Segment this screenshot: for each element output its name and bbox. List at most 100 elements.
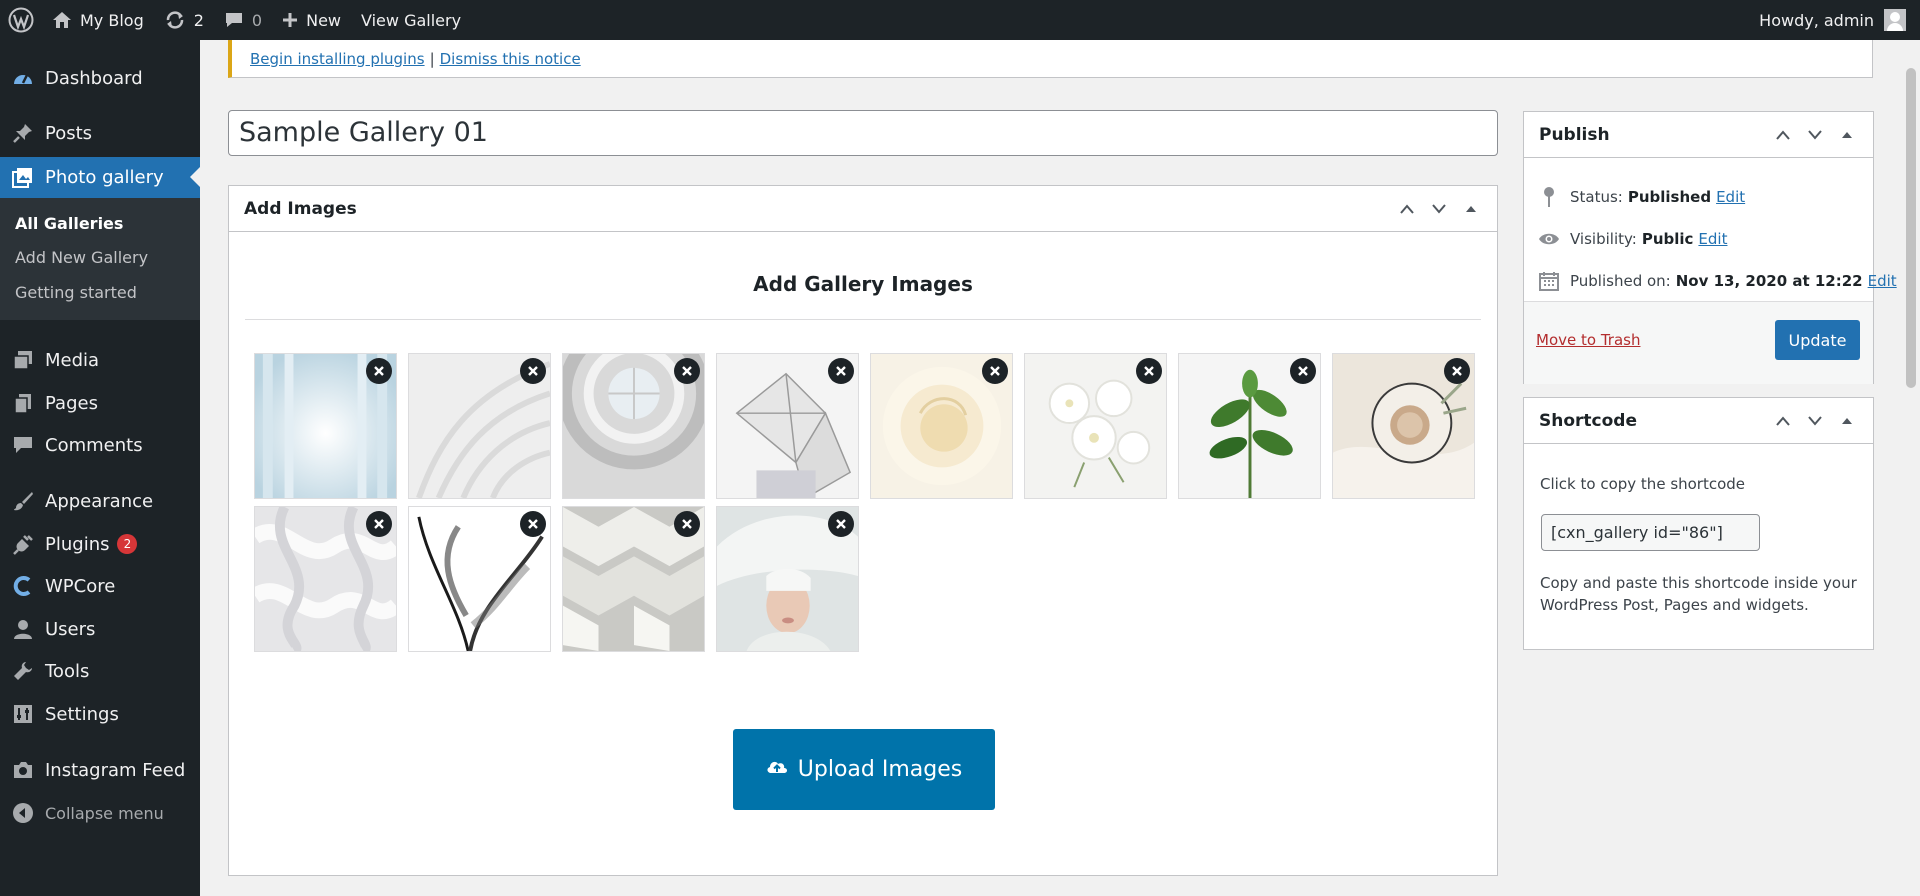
gallery-thumbnail-12[interactable] (716, 506, 859, 652)
toggle-panel-icon[interactable] (1831, 119, 1863, 151)
menu-comments[interactable]: Comments (0, 425, 200, 465)
settings-sliders-icon (12, 703, 34, 725)
remove-image-icon[interactable] (1136, 358, 1162, 384)
gallery-thumbnail-4[interactable] (716, 353, 859, 499)
add-images-title: Add Images (244, 198, 357, 219)
upload-images-button[interactable]: Upload Images (733, 729, 995, 810)
remove-image-icon[interactable] (674, 511, 700, 537)
menu-posts[interactable]: Posts (0, 113, 200, 153)
edit-visibility-link[interactable]: Edit (1698, 230, 1727, 248)
gallery-thumbnail-3[interactable] (562, 353, 705, 499)
remove-image-icon[interactable] (520, 358, 546, 384)
updates-count: 2 (193, 10, 204, 30)
my-account-menu[interactable]: Howdy, admin (1749, 0, 1920, 40)
gallery-thumbnail-1[interactable] (254, 353, 397, 499)
remove-image-icon[interactable] (828, 511, 854, 537)
gallery-thumbnail-5[interactable] (870, 353, 1013, 499)
remove-image-icon[interactable] (674, 358, 700, 384)
user-icon (12, 618, 34, 640)
gallery-thumbnail-2[interactable] (408, 353, 551, 499)
begin-installing-plugins-link[interactable]: Begin installing plugins (250, 50, 425, 68)
page-scrollbar[interactable] (1902, 40, 1920, 896)
add-images-postbox: Add Images Add Gallery Images Upload Ima… (228, 185, 1498, 876)
menu-wpcore[interactable]: WPCore (0, 566, 200, 606)
menu-posts-label: Posts (45, 122, 93, 144)
menu-users[interactable]: Users (0, 609, 200, 649)
remove-image-icon[interactable] (366, 511, 392, 537)
site-name-link[interactable]: My Blog (42, 0, 154, 40)
menu-tools-label: Tools (45, 660, 90, 682)
gallery-title-input[interactable]: Sample Gallery 01 (228, 110, 1498, 156)
collapse-menu-button[interactable]: Collapse menu (0, 793, 200, 833)
scrollbar-thumb[interactable] (1906, 68, 1916, 388)
menu-instagram-feed[interactable]: Instagram Feed (0, 750, 200, 790)
menu-plugins[interactable]: Plugins 2 (0, 524, 200, 564)
published-on-label: Published on: (1570, 272, 1671, 290)
menu-media[interactable]: Media (0, 340, 200, 380)
gallery-thumbnail-10[interactable] (408, 506, 551, 652)
photo-gallery-submenu: All Galleries Add New Gallery Getting st… (0, 198, 200, 320)
move-up-icon[interactable] (1391, 193, 1423, 225)
submenu-add-new-gallery[interactable]: Add New Gallery (15, 248, 148, 267)
menu-dashboard[interactable]: Dashboard (0, 58, 200, 98)
shortcode-field[interactable]: [cxn_gallery id="86"] (1541, 514, 1760, 551)
menu-photo-gallery[interactable]: Photo gallery (0, 157, 200, 198)
gallery-thumbnail-9[interactable] (254, 506, 397, 652)
remove-image-icon[interactable] (982, 358, 1008, 384)
remove-image-icon[interactable] (366, 358, 392, 384)
remove-image-icon[interactable] (828, 358, 854, 384)
visibility-row: Visibility: Public Edit (1538, 228, 1727, 250)
shortcode-help-text: Copy and paste this shortcode inside you… (1540, 574, 1857, 614)
dismiss-notice-link[interactable]: Dismiss this notice (440, 50, 581, 68)
remove-image-icon[interactable] (520, 511, 546, 537)
published-on-row: Published on: Nov 13, 2020 at 12:22 Edit (1538, 270, 1897, 292)
gallery-thumbnail-6[interactable] (1024, 353, 1167, 499)
gallery-thumbnail-8[interactable] (1332, 353, 1475, 499)
update-button[interactable]: Update (1775, 320, 1860, 360)
toggle-panel-icon[interactable] (1831, 405, 1863, 437)
wordpress-logo-icon[interactable] (0, 0, 42, 40)
shortcode-copy-hint: Click to copy the shortcode (1540, 475, 1746, 493)
remove-image-icon[interactable] (1290, 358, 1316, 384)
menu-dashboard-label: Dashboard (45, 67, 143, 89)
move-down-icon[interactable] (1799, 405, 1831, 437)
menu-appearance[interactable]: Appearance (0, 481, 200, 521)
status-row: Status: Published Edit (1538, 186, 1745, 208)
submenu-all-galleries[interactable]: All Galleries (15, 214, 123, 233)
remove-image-icon[interactable] (1444, 358, 1470, 384)
gallery-thumbnail-7[interactable] (1178, 353, 1321, 499)
submenu-getting-started[interactable]: Getting started (15, 283, 137, 302)
toggle-panel-icon[interactable] (1455, 193, 1487, 225)
upload-images-label: Upload Images (797, 757, 963, 782)
view-gallery-label: View Gallery (361, 10, 462, 30)
pushpin-icon (12, 122, 34, 144)
plugin-install-notice: Begin installing plugins | Dismiss this … (228, 40, 1873, 78)
status-pin-icon (1538, 186, 1560, 208)
move-up-icon[interactable] (1767, 405, 1799, 437)
notice-separator: | (429, 49, 435, 68)
eye-icon (1538, 228, 1560, 250)
heading-divider (245, 319, 1481, 320)
menu-settings[interactable]: Settings (0, 694, 200, 734)
menu-pages[interactable]: Pages (0, 383, 200, 423)
shortcode-postbox: Shortcode Click to copy the shortcode [c… (1523, 397, 1874, 650)
move-down-icon[interactable] (1799, 119, 1831, 151)
edit-date-link[interactable]: Edit (1868, 272, 1897, 290)
publish-header: Publish (1524, 112, 1873, 158)
gallery-thumbnail-11[interactable] (562, 506, 705, 652)
pages-icon (12, 392, 34, 414)
move-to-trash-link[interactable]: Move to Trash (1536, 331, 1640, 349)
move-down-icon[interactable] (1423, 193, 1455, 225)
visibility-label: Visibility: (1570, 230, 1637, 248)
comment-bubble-icon (224, 11, 244, 29)
admin-sidebar: Dashboard Posts Photo gallery All Galler… (0, 40, 200, 896)
updates-link[interactable]: 2 (154, 0, 214, 40)
menu-settings-label: Settings (45, 703, 119, 725)
edit-status-link[interactable]: Edit (1716, 188, 1745, 206)
comments-link[interactable]: 0 (214, 0, 272, 40)
new-content-link[interactable]: New (272, 0, 351, 40)
media-icon (12, 349, 34, 371)
move-up-icon[interactable] (1767, 119, 1799, 151)
menu-tools[interactable]: Tools (0, 651, 200, 691)
view-gallery-link[interactable]: View Gallery (351, 0, 471, 40)
